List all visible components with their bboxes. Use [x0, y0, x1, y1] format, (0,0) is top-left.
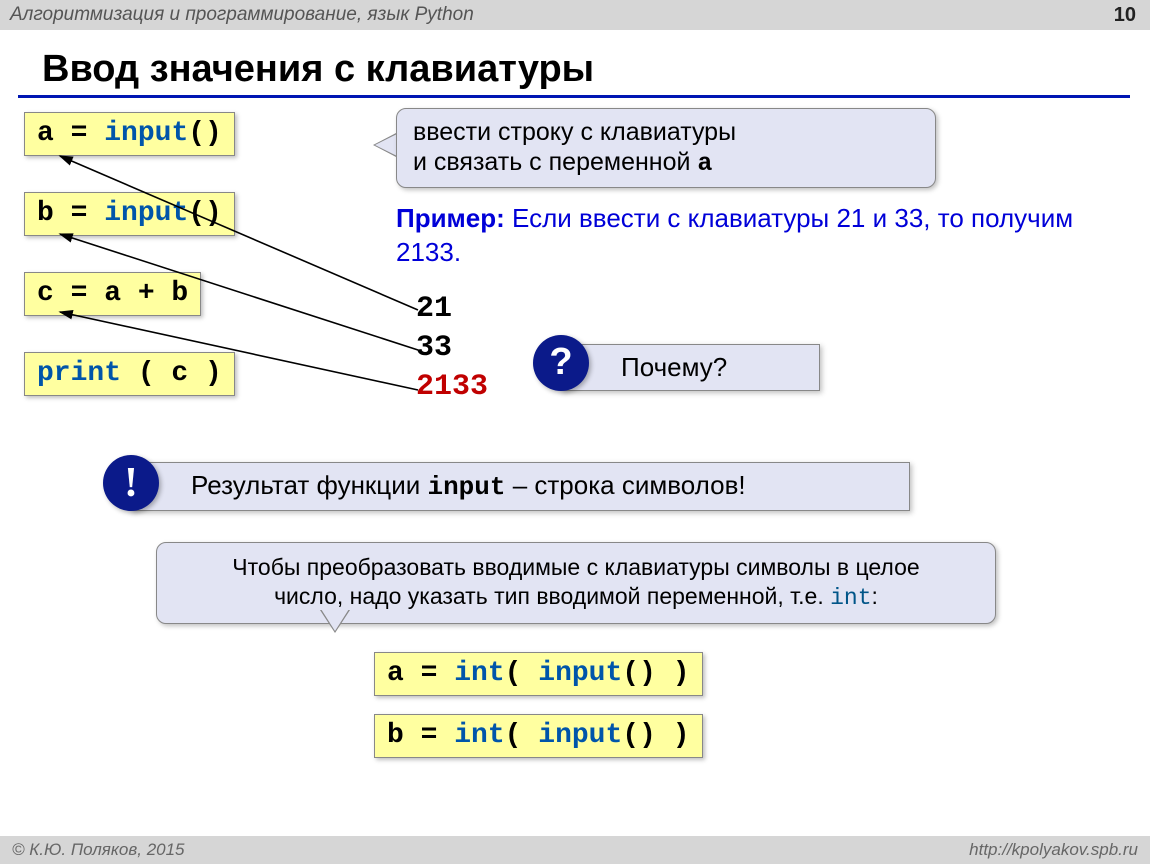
tip-line2: число, надо указать тип вводимой перемен… — [175, 582, 977, 613]
output-2133: 2133 — [416, 368, 488, 407]
bubble-line2: и связать с переменной a — [413, 147, 919, 179]
code-box-a-int: a = int( input() ) — [374, 652, 703, 696]
code-box-print: print ( c ) — [24, 352, 235, 396]
output-21: 21 — [416, 290, 488, 329]
exclamation-icon: ! — [103, 455, 159, 511]
bubble-line1: ввести строку с клавиатуры — [413, 117, 919, 147]
slide-title: Ввод значения с клавиатуры — [18, 30, 1130, 98]
footer-right: http://kpolyakov.spb.ru — [969, 840, 1138, 860]
code-box-a-input: a = input() — [24, 112, 235, 156]
output-values: 21 33 2133 — [416, 290, 488, 407]
result-box: Результат функции input – строка символо… — [130, 462, 910, 511]
bubble-input-desc: ввести строку с клавиатуры и связать с п… — [396, 108, 936, 188]
code-box-c-sum: c = a + b — [24, 272, 201, 316]
example-text: Пример: Если ввести с клавиатуры 21 и 33… — [396, 202, 1076, 270]
slide-header: Алгоритмизация и программирование, язык … — [0, 0, 1150, 30]
output-33: 33 — [416, 329, 488, 368]
tip-box: Чтобы преобразовать вводимые с клавиатур… — [156, 542, 996, 624]
page-number: 10 — [1114, 4, 1136, 27]
footer-left: © К.Ю. Поляков, 2015 — [12, 840, 185, 860]
code-box-b-int: b = int( input() ) — [374, 714, 703, 758]
course-title: Алгоритмизация и программирование, язык … — [10, 4, 474, 26]
slide-footer: © К.Ю. Поляков, 2015 http://kpolyakov.sp… — [0, 836, 1150, 864]
tip-line1: Чтобы преобразовать вводимые с клавиатур… — [175, 553, 977, 582]
question-icon: ? — [533, 335, 589, 391]
why-box: Почему? ? — [560, 344, 820, 391]
code-box-b-input: b = input() — [24, 192, 235, 236]
